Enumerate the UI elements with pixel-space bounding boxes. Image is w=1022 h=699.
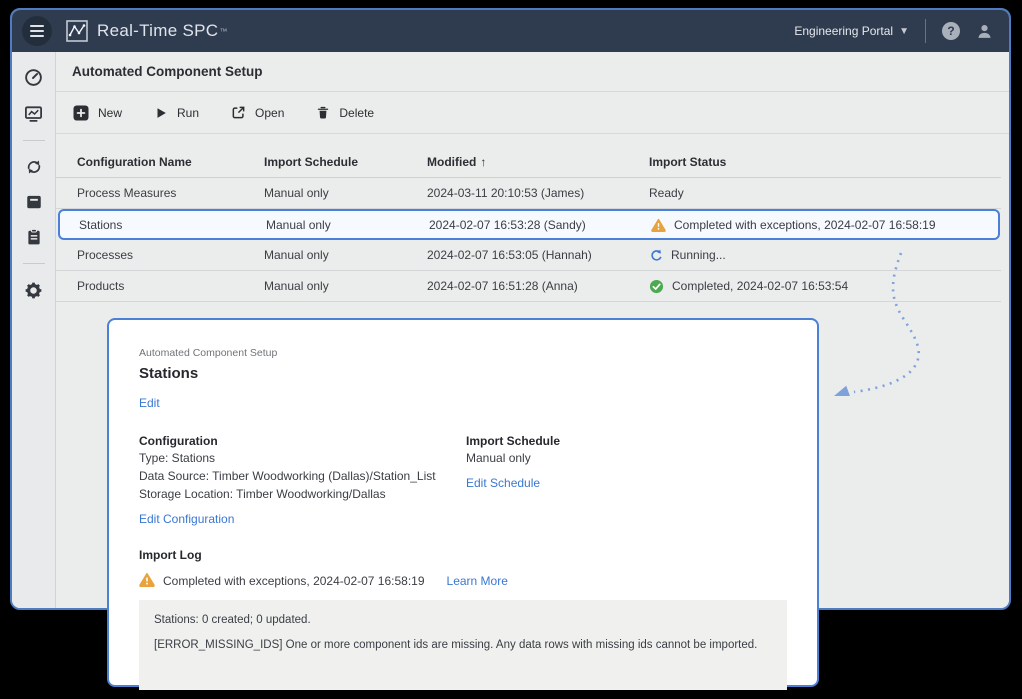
help-icon[interactable]: ?: [942, 22, 960, 40]
cell-status: Ready: [649, 186, 1001, 200]
cell-schedule: Manual only: [264, 248, 427, 262]
edit-configuration-link[interactable]: Edit Configuration: [139, 512, 234, 526]
app-logo: Real-Time SPC™: [66, 20, 227, 42]
trash-icon: [316, 105, 330, 120]
panel-eyebrow: Automated Component Setup: [139, 347, 787, 359]
column-import-status[interactable]: Import Status: [649, 155, 1001, 169]
cell-name: Processes: [77, 248, 264, 262]
table-row-process-measures[interactable]: Process Measures Manual only 2024-03-11 …: [56, 178, 1001, 209]
cell-status: Completed with exceptions, 2024-02-07 16…: [651, 218, 998, 232]
app-title: Real-Time SPC: [97, 21, 218, 41]
cell-name: Process Measures: [77, 186, 264, 200]
portal-selector[interactable]: Engineering Portal ▼: [794, 24, 909, 38]
import-log-heading: Import Log: [139, 548, 787, 562]
import-schedule-value: Manual only: [466, 451, 787, 466]
page-title: Automated Component Setup: [72, 64, 263, 79]
log-line-error: [ERROR_MISSING_IDS] One or more componen…: [154, 639, 772, 651]
cell-status: Completed, 2024-02-07 16:53:54: [649, 279, 1001, 294]
top-bar: Real-Time SPC™ Engineering Portal ▼ ?: [12, 10, 1009, 52]
user-account-icon[interactable]: [976, 23, 993, 40]
monitor-chart-icon[interactable]: [24, 104, 43, 123]
table-header-row: Configuration Name Import Schedule Modif…: [56, 147, 1001, 178]
table-row-stations-selected[interactable]: Stations Manual only 2024-02-07 16:53:28…: [58, 209, 1000, 240]
running-refresh-icon: [649, 248, 663, 262]
plus-square-icon: [73, 105, 89, 121]
import-schedule-section: Import Schedule Manual only Edit Schedul…: [466, 434, 787, 528]
cell-modified: 2024-02-07 16:53:05 (Hannah): [427, 248, 649, 262]
configuration-type: Type: Stations: [139, 451, 466, 466]
configurations-table: Configuration Name Import Schedule Modif…: [56, 147, 1001, 302]
play-icon: [154, 106, 168, 120]
chevron-down-icon: ▼: [899, 26, 909, 37]
sync-icon[interactable]: [25, 158, 43, 176]
sidebar-divider: [23, 140, 45, 141]
open-in-new-icon: [231, 105, 246, 120]
inbox-icon[interactable]: [25, 193, 43, 211]
open-button-label: Open: [255, 106, 284, 120]
log-line-summary: Stations: 0 created; 0 updated.: [154, 614, 772, 626]
trademark: ™: [219, 27, 227, 36]
portal-label: Engineering Portal: [794, 24, 893, 38]
column-modified[interactable]: Modified↑: [427, 155, 649, 169]
run-button[interactable]: Run: [154, 106, 199, 120]
toolbar: New Run: [56, 92, 1009, 134]
import-schedule-heading: Import Schedule: [466, 434, 787, 448]
hamburger-menu-icon[interactable]: [22, 16, 52, 46]
settings-gear-icon[interactable]: [24, 281, 43, 300]
sidebar-divider: [23, 263, 45, 264]
cell-modified: 2024-02-07 16:51:28 (Anna): [427, 279, 649, 293]
configuration-data-source: Data Source: Timber Woodworking (Dallas)…: [139, 469, 466, 484]
delete-button[interactable]: Delete: [316, 105, 374, 120]
learn-more-link[interactable]: Learn More: [447, 574, 508, 588]
success-check-icon: [649, 279, 664, 294]
edit-schedule-link[interactable]: Edit Schedule: [466, 476, 540, 490]
topbar-divider: [925, 19, 926, 43]
table-row-processes[interactable]: Processes Manual only 2024-02-07 16:53:0…: [56, 240, 1001, 271]
cell-name: Stations: [79, 218, 266, 232]
page-title-bar: Automated Component Setup: [56, 52, 1009, 92]
cell-name: Products: [77, 279, 264, 293]
spc-chart-logo-icon: [66, 20, 88, 42]
edit-link[interactable]: Edit: [139, 396, 160, 410]
stations-detail-panel: Automated Component Setup Stations Edit …: [107, 318, 819, 687]
panel-title: Stations: [139, 365, 787, 382]
cell-modified: 2024-02-07 16:53:28 (Sandy): [429, 218, 651, 232]
sort-ascending-icon: ↑: [480, 155, 486, 169]
new-button[interactable]: New: [73, 105, 122, 121]
screenshot-stage: Real-Time SPC™ Engineering Portal ▼ ?: [0, 0, 1022, 699]
open-button[interactable]: Open: [231, 105, 284, 120]
column-import-schedule[interactable]: Import Schedule: [264, 155, 427, 169]
configuration-heading: Configuration: [139, 434, 466, 448]
cell-schedule: Manual only: [266, 218, 429, 232]
clipboard-icon[interactable]: [25, 228, 43, 246]
configuration-storage-location: Storage Location: Timber Woodworking/Dal…: [139, 487, 466, 502]
cell-schedule: Manual only: [264, 279, 427, 293]
configuration-section: Configuration Type: Stations Data Source…: [139, 434, 466, 528]
dashboard-gauge-icon[interactable]: [24, 68, 43, 87]
new-button-label: New: [98, 106, 122, 120]
warning-icon: [139, 572, 155, 590]
warning-icon: [651, 218, 666, 232]
cell-schedule: Manual only: [264, 186, 427, 200]
table-row-products[interactable]: Products Manual only 2024-02-07 16:51:28…: [56, 271, 1001, 302]
cell-status: Running...: [649, 248, 1001, 262]
left-sidebar: [12, 52, 56, 608]
import-log-status-text: Completed with exceptions, 2024-02-07 16…: [163, 574, 425, 588]
cell-modified: 2024-03-11 20:10:53 (James): [427, 186, 649, 200]
import-log-output: Stations: 0 created; 0 updated. [ERROR_M…: [139, 600, 787, 690]
delete-button-label: Delete: [339, 106, 374, 120]
column-configuration-name[interactable]: Configuration Name: [77, 155, 264, 169]
import-log-section: Import Log Completed with exceptions, 20…: [139, 548, 787, 690]
run-button-label: Run: [177, 106, 199, 120]
